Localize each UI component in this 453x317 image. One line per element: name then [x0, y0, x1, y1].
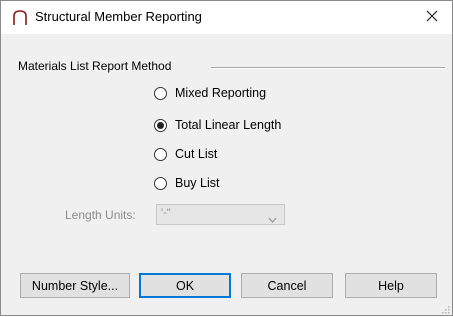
group-label-report-method: Materials List Report Method — [18, 59, 172, 73]
close-icon — [426, 10, 438, 25]
radio-button[interactable] — [154, 176, 167, 190]
radio-label[interactable]: Cut List — [175, 147, 217, 161]
resize-grip-icon[interactable] — [440, 303, 450, 314]
radio-label[interactable]: Total Linear Length — [175, 118, 281, 132]
app-roof-icon — [13, 10, 27, 26]
length-units-label: Length Units: — [65, 208, 136, 222]
length-units-select[interactable]: '-" — [156, 204, 285, 225]
radio-label[interactable]: Buy List — [175, 176, 219, 190]
number-style-button[interactable]: Number Style... — [20, 273, 130, 298]
chevron-down-icon — [268, 212, 277, 226]
radio-label[interactable]: Mixed Reporting — [175, 86, 266, 100]
radio-buy-list[interactable]: Buy List — [154, 173, 219, 193]
radio-cut-list[interactable]: Cut List — [154, 144, 217, 164]
radio-button-selected[interactable] — [154, 118, 167, 132]
radio-button[interactable] — [154, 147, 167, 161]
help-button[interactable]: Help — [345, 273, 437, 298]
radio-button[interactable] — [154, 86, 167, 100]
ok-button[interactable]: OK — [139, 273, 231, 298]
radio-mixed-reporting[interactable]: Mixed Reporting — [154, 83, 266, 103]
group-divider — [211, 67, 445, 69]
dialog-title: Structural Member Reporting — [35, 9, 202, 24]
dialog-window: Structural Member Reporting Materials Li… — [0, 0, 453, 316]
length-units-value: '-" — [161, 207, 171, 219]
cancel-button[interactable]: Cancel — [241, 273, 333, 298]
close-button[interactable] — [411, 1, 452, 34]
radio-total-linear-length[interactable]: Total Linear Length — [154, 115, 281, 135]
title-bar[interactable]: Structural Member Reporting — [1, 1, 452, 34]
